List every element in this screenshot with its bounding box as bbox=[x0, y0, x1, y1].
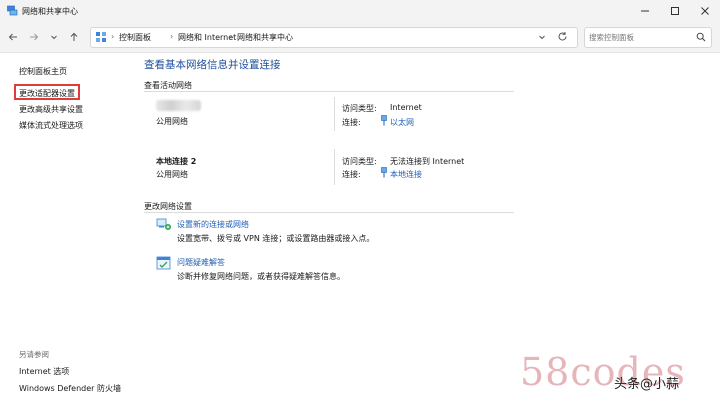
network-center-icon bbox=[7, 5, 18, 16]
new-connection-icon bbox=[156, 218, 171, 230]
change-settings-label: 更改网络设置 bbox=[144, 202, 192, 211]
sidebar-item-change-adapter-settings[interactable]: 更改适配器设置 bbox=[19, 88, 75, 99]
network-2-type: 公用网络 bbox=[156, 170, 188, 179]
network-1-type: 公用网络 bbox=[156, 117, 188, 126]
active-networks-label: 查看活动网络 bbox=[144, 81, 192, 90]
maximize-button[interactable] bbox=[660, 0, 690, 22]
sidebar-item-internet-options[interactable]: Internet 选项 bbox=[19, 366, 69, 377]
task-troubleshoot-desc: 诊断并修复网络问题，或者获得疑难解答信息。 bbox=[177, 272, 345, 281]
window-title: 网络和共享中心 bbox=[22, 7, 78, 16]
ethernet-icon bbox=[381, 167, 387, 178]
arrow-left-icon bbox=[8, 33, 17, 41]
brand-caption: 头条@小蒜 bbox=[614, 377, 680, 392]
back-button[interactable] bbox=[6, 30, 20, 44]
ethernet-icon bbox=[381, 115, 387, 126]
refresh-icon bbox=[558, 32, 567, 41]
search-box bbox=[584, 27, 712, 48]
breadcrumb-separator-icon: › bbox=[229, 32, 233, 41]
task-setup-new-connection-desc: 设置宽带、拨号或 VPN 连接；或设置路由器或接入点。 bbox=[177, 234, 375, 243]
search-icon[interactable] bbox=[696, 32, 706, 42]
sidebar: 控制面板主页 更改适配器设置 更改高级共享设置 媒体流式处理选项 另请参阅 In… bbox=[0, 53, 128, 406]
task-setup-new-connection[interactable]: 设置新的连接或网络 bbox=[177, 219, 249, 230]
arrow-up-icon bbox=[70, 32, 78, 41]
refresh-button[interactable] bbox=[557, 31, 568, 44]
breadcrumb-control-panel[interactable]: 控制面板 bbox=[119, 32, 151, 43]
column-divider bbox=[334, 149, 335, 185]
sidebar-item-windows-defender-firewall[interactable]: Windows Defender 防火墙 bbox=[19, 383, 121, 394]
page-title: 查看基本网络信息并设置连接 bbox=[144, 59, 281, 71]
control-panel-icon bbox=[96, 32, 106, 42]
task-troubleshoot[interactable]: 问题疑难解答 bbox=[177, 257, 225, 268]
network-1-connection-link[interactable]: 以太网 bbox=[390, 117, 414, 128]
network-2-connection-label: 连接: bbox=[342, 170, 361, 179]
network-2-access-value: 无法连接到 Internet bbox=[390, 157, 465, 166]
chevron-down-icon bbox=[51, 35, 57, 40]
network-2-name: 本地连接 2 bbox=[156, 157, 197, 166]
minimize-button[interactable] bbox=[630, 0, 660, 22]
close-button[interactable] bbox=[690, 0, 720, 22]
see-also-label: 另请参阅 bbox=[19, 350, 49, 359]
title-bar: 网络和共享中心 bbox=[0, 0, 720, 22]
network-2-connection-link[interactable]: 本地连接 bbox=[390, 169, 422, 180]
sidebar-item-control-panel-home[interactable]: 控制面板主页 bbox=[19, 66, 67, 77]
close-icon bbox=[701, 7, 709, 15]
section-divider bbox=[144, 91, 514, 92]
breadcrumb-network-internet[interactable]: 网络和 Internet bbox=[178, 32, 236, 43]
breadcrumb-separator-icon: › bbox=[170, 32, 174, 41]
section-divider bbox=[144, 212, 514, 213]
network-1-access-label: 访问类型: bbox=[342, 104, 377, 113]
network-name-redacted bbox=[156, 100, 201, 111]
address-bar[interactable]: › 控制面板 › 网络和 Internet › 网络和共享中心 bbox=[90, 27, 578, 48]
troubleshoot-icon bbox=[156, 256, 171, 270]
sidebar-item-media-streaming[interactable]: 媒体流式处理选项 bbox=[19, 120, 83, 131]
network-1-connection-label: 连接: bbox=[342, 118, 361, 127]
forward-button[interactable] bbox=[27, 30, 41, 44]
address-dropdown-button[interactable] bbox=[538, 33, 546, 43]
maximize-icon bbox=[671, 7, 679, 15]
up-button[interactable] bbox=[67, 30, 81, 44]
recent-locations-button[interactable] bbox=[47, 30, 61, 44]
breadcrumb-separator-icon: › bbox=[111, 32, 115, 41]
network-1-access-value: Internet bbox=[390, 103, 422, 112]
minimize-icon bbox=[641, 10, 649, 12]
chevron-down-icon bbox=[539, 35, 545, 40]
network-2-access-label: 访问类型: bbox=[342, 157, 377, 166]
network-sharing-center-window: 网络和共享中心 › 控制面板 › 网络和 Internet › 网络和共享中心 … bbox=[0, 0, 720, 406]
breadcrumb-network-sharing-center[interactable]: 网络和共享中心 bbox=[237, 32, 293, 43]
arrow-right-icon bbox=[30, 33, 39, 41]
column-divider bbox=[334, 97, 335, 131]
search-input[interactable] bbox=[589, 30, 689, 44]
navigation-bar: › 控制面板 › 网络和 Internet › 网络和共享中心 bbox=[0, 24, 720, 50]
sidebar-item-change-advanced-sharing[interactable]: 更改高级共享设置 bbox=[19, 104, 83, 115]
